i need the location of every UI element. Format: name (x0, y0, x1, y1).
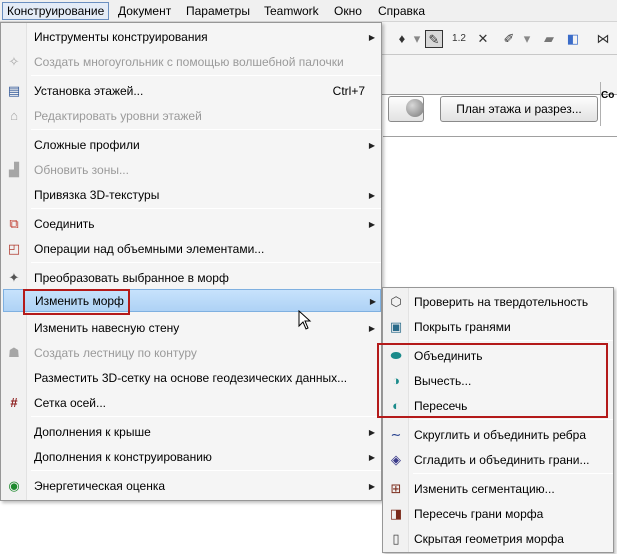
toolbar-divider (600, 82, 601, 126)
energy-icon: ◉ (8, 478, 20, 493)
menu-konstruirovanie[interactable]: Конструирование (2, 2, 110, 20)
plan-section-button[interactable]: План этажа и разрез... (440, 96, 598, 122)
menu-okno[interactable]: Окно (330, 2, 366, 20)
pencil-tool-icon[interactable]: ✐ (500, 30, 518, 48)
stories-icon: ▤ (7, 83, 21, 98)
check-solid-icon: ⬡ (390, 294, 402, 309)
zones-icon: ▟ (9, 162, 19, 177)
toolbar-co-label: Со (601, 90, 615, 101)
menu-item-slozhnye-profili[interactable]: Сложные профили ▶ (3, 134, 379, 157)
menu-item-energeticheskaya[interactable]: ◉ Энергетическая оценка ▶ (3, 475, 379, 498)
stair-icon: ☗ (8, 345, 20, 360)
menu-item-privyazka-3d[interactable]: Привязка 3D-текстуры ▶ (3, 184, 379, 207)
intersect-faces-icon: ◨ (389, 506, 403, 521)
dropdown-small-icon-2[interactable]: ▾ (518, 30, 536, 48)
magic-wand-icon: ✧ (8, 54, 20, 69)
cross-tool-icon[interactable]: ✕ (474, 30, 492, 48)
grid-axes-icon: # (10, 395, 18, 410)
submenu-item-pokryt-granyami[interactable]: ▣ Покрыть гранями (385, 316, 611, 339)
submenu-arrow-icon: ▶ (369, 297, 376, 306)
submenu-item-peresech-grani[interactable]: ◨ Пересечь грани морфа (385, 503, 611, 526)
segmentation-icon: ⊞ (390, 481, 402, 496)
annotation-box-izmenit-morf (23, 289, 130, 315)
hidden-geometry-icon: ▯ (392, 531, 400, 546)
convert-morph-icon: ✦ (8, 270, 20, 285)
menu-item-magic-wand[interactable]: ✧ Создать многоугольник с помощью волшеб… (3, 51, 379, 74)
submenu-separator (413, 419, 613, 420)
menu-teamwork[interactable]: Teamwork (260, 2, 323, 20)
submenu-item-sgladit[interactable]: ◈ Сгладить и объединить грани... (385, 449, 611, 472)
annotation-box-boolean-ops (377, 343, 608, 418)
menu-separator (31, 208, 381, 209)
solid-ops-icon: ◰ (7, 241, 21, 256)
menu-separator (31, 470, 381, 471)
menu-item-soedinit[interactable]: ⧉ Соединить ▶ (3, 213, 379, 236)
connect-icon: ⧉ (9, 216, 19, 231)
fillet-edges-icon: ∼ (390, 427, 402, 442)
submenu-item-segmentaciya[interactable]: ⊞ Изменить сегментацию... (385, 478, 611, 501)
submenu-arrow-icon: ▶ (368, 324, 375, 333)
dropdown-small-icon[interactable]: ▾ (408, 30, 426, 48)
menu-item-urovni-etazhey[interactable]: ⌂ Редактировать уровни этажей (3, 105, 379, 128)
menu-item-ustanovka-etazhey[interactable]: ▤ Установка этажей... Ctrl+7 (3, 80, 379, 103)
menu-item-3d-setka[interactable]: Разместить 3D-сетку на основе геодезичес… (3, 367, 379, 390)
submenu-arrow-icon: ▶ (368, 141, 375, 150)
submenu-arrow-icon: ▶ (368, 33, 375, 42)
submenu-item-skruglit[interactable]: ∼ Скруглить и объединить ребра (385, 424, 611, 447)
menu-item-setka-osey[interactable]: # Сетка осей... (3, 392, 379, 415)
network-tool-icon[interactable]: ⋈ (594, 30, 612, 48)
menu-parametry[interactable]: Параметры (182, 2, 254, 20)
konstruirovanie-menu: Инструменты конструирования ▶ ✧ Создать … (0, 22, 382, 501)
panel-tool-icon[interactable]: ◧ (564, 30, 582, 48)
submenu-arrow-icon: ▶ (368, 220, 375, 229)
slab-tool-icon[interactable]: ▰ (540, 30, 558, 48)
menu-item-dopolneniya-konstr[interactable]: Дополнения к конструированию ▶ (3, 446, 379, 469)
workspace-area (383, 136, 617, 286)
submenu-arrow-icon: ▶ (368, 428, 375, 437)
menu-item-lestnica[interactable]: ☗ Создать лестницу по контуру (3, 342, 379, 365)
submenu-item-proverit[interactable]: ⬡ Проверить на твердотельность (385, 291, 611, 314)
menu-separator (31, 416, 381, 417)
submenu-separator (413, 340, 613, 341)
menu-item-preobrazovat-v-morf[interactable]: ✦ Преобразовать выбранное в морф (3, 267, 379, 290)
menu-separator (31, 262, 381, 263)
menu-separator (31, 75, 381, 76)
sphere-icon (406, 99, 424, 117)
wall-tool-icon[interactable]: ✎ (425, 30, 443, 48)
menu-separator (31, 129, 381, 130)
menu-item-operacii[interactable]: ◰ Операции над объемными элементами... (3, 238, 379, 261)
menu-item-navesnaya-stena[interactable]: Изменить навесную стену ▶ (3, 317, 379, 340)
menu-item-dopolneniya-krysha[interactable]: Дополнения к крыше ▶ (3, 421, 379, 444)
submenu-arrow-icon: ▶ (368, 453, 375, 462)
menu-dokument[interactable]: Документ (114, 2, 175, 20)
menu-item-instrumenty[interactable]: Инструменты конструирования ▶ (3, 26, 379, 49)
menu-item-obnovit-zony[interactable]: ▟ Обновить зоны... (3, 159, 379, 182)
dimension-tool-icon[interactable]: 1.2 (450, 30, 468, 48)
menubar: Конструирование Документ Параметры Teamw… (0, 0, 617, 22)
submenu-item-skrytaya-geometriya[interactable]: ▯ Скрытая геометрия морфа (385, 528, 611, 551)
mouse-cursor-icon (298, 310, 312, 330)
cover-faces-icon: ▣ (389, 319, 403, 334)
menu-spravka[interactable]: Справка (374, 2, 429, 20)
submenu-arrow-icon: ▶ (368, 191, 375, 200)
submenu-separator (413, 473, 613, 474)
submenu-arrow-icon: ▶ (368, 482, 375, 491)
levels-icon: ⌂ (10, 108, 18, 123)
smooth-faces-icon: ◈ (391, 452, 401, 467)
izmenit-morf-submenu: ⬡ Проверить на твердотельность ▣ Покрыть… (382, 287, 614, 553)
